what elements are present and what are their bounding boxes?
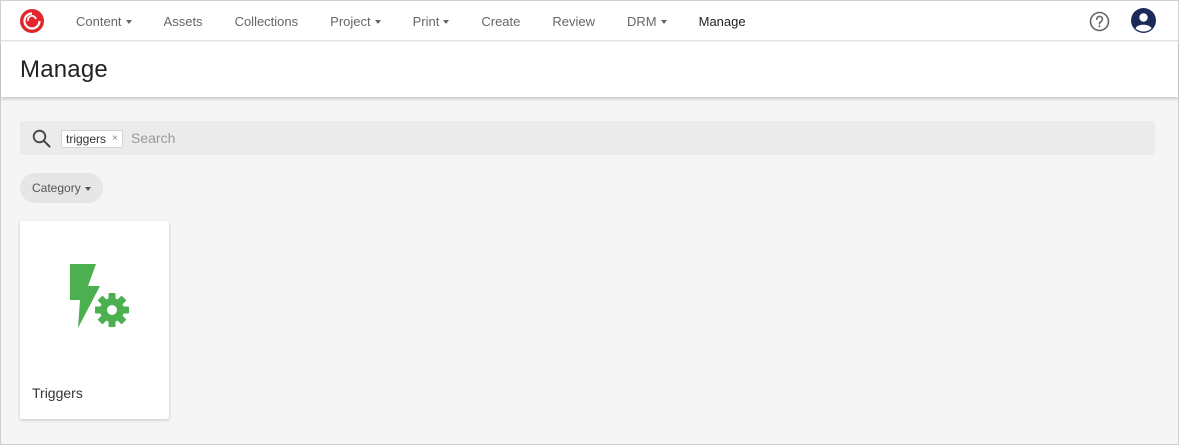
caret-down-icon [443,20,450,24]
chip-remove-icon[interactable]: × [112,134,118,144]
nav-item-collections[interactable]: Collections [219,1,315,41]
page-header: Manage [1,42,1178,97]
nav-item-label: Content [76,13,122,29]
nav-item-assets[interactable]: Assets [148,1,219,41]
caret-down-icon [374,20,381,24]
caret-down-icon [84,187,91,191]
nav-menu: Content Assets Collections Project Print… [60,1,762,41]
card-label: Triggers [32,385,83,401]
nav-item-create[interactable]: Create [465,1,536,41]
triggers-card[interactable]: Triggers [20,221,169,419]
category-filter-button[interactable]: Category [20,173,103,203]
search-filter-chip: triggers × [61,130,123,148]
sitecore-logo-icon[interactable] [19,8,45,34]
help-circle-icon[interactable] [1089,11,1110,32]
nav-item-drm[interactable]: DRM [611,1,683,41]
user-avatar-icon[interactable] [1131,8,1156,33]
nav-item-label: Assets [163,13,203,29]
search-input[interactable] [131,128,731,148]
nav-item-label: DRM [627,13,657,29]
nav-item-content[interactable]: Content [60,1,148,41]
category-filter-label: Category [32,181,81,195]
caret-down-icon [125,20,132,24]
nav-item-manage[interactable]: Manage [683,1,762,41]
nav-item-label: Create [481,13,521,29]
search-bar[interactable]: triggers × [20,121,1155,155]
nav-item-review[interactable]: Review [536,1,611,41]
lightning-gear-icon [70,264,129,328]
page-title: Manage [20,56,108,83]
nav-item-label: Project [330,13,371,29]
nav-item-project[interactable]: Project [314,1,396,41]
nav-item-label: Review [552,13,596,29]
search-icon [32,129,51,148]
nav-item-label: Collections [234,13,299,29]
top-navigation: Content Assets Collections Project Print… [1,1,1178,41]
chip-label: triggers [66,132,107,146]
nav-item-label: Manage [698,13,746,29]
nav-item-label: Print [412,13,440,29]
nav-item-print[interactable]: Print [397,1,466,41]
caret-down-icon [660,20,667,24]
